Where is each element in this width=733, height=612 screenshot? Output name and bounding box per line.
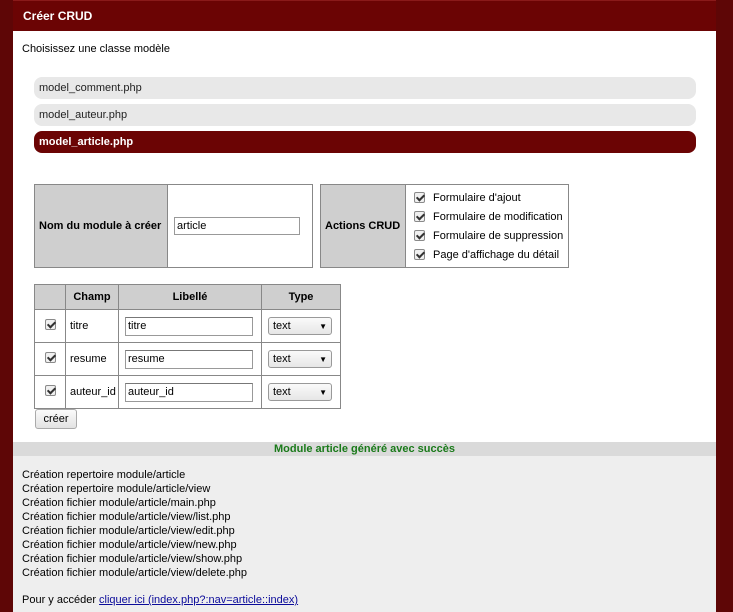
action-add-checkbox[interactable] bbox=[414, 192, 425, 203]
window-title: Créer CRUD bbox=[23, 9, 93, 23]
model-item-article[interactable]: model_article.php bbox=[34, 131, 696, 153]
field-type-value: text bbox=[273, 320, 291, 332]
module-name-label: Nom du module à créer bbox=[34, 184, 168, 268]
table-row: resume text ▼ bbox=[34, 342, 341, 376]
header-check bbox=[34, 284, 66, 310]
action-show: Page d'affichage du détail bbox=[414, 245, 564, 264]
log-line: Création repertoire module/article bbox=[22, 469, 186, 481]
log-line: Création fichier module/article/view/lis… bbox=[22, 511, 231, 523]
module-name-table: Nom du module à créer bbox=[34, 184, 313, 268]
field-type-select[interactable]: text ▼ bbox=[268, 350, 332, 368]
model-item-label: model_article.php bbox=[39, 136, 134, 148]
chevron-down-icon: ▼ bbox=[319, 354, 327, 364]
instruction-text: Choisissez une classe modèle bbox=[22, 43, 170, 55]
header-champ: Champ bbox=[65, 284, 119, 310]
access-link[interactable]: cliquer ici (index.php?:nav=article::ind… bbox=[99, 594, 298, 606]
field-libelle-input[interactable] bbox=[125, 316, 253, 336]
field-champ: resume bbox=[65, 342, 119, 376]
field-checkbox[interactable] bbox=[44, 319, 56, 330]
module-name-input[interactable] bbox=[174, 217, 300, 235]
title-bar: Créer CRUD bbox=[13, 0, 716, 31]
log-line: Création fichier module/article/view/edi… bbox=[22, 525, 235, 537]
action-delete: Formulaire de suppression bbox=[414, 226, 564, 245]
action-label: Formulaire de suppression bbox=[433, 229, 564, 242]
log-line: Création fichier module/article/view/del… bbox=[22, 567, 248, 579]
success-message: Module article généré avec succès bbox=[13, 442, 716, 456]
field-checkbox[interactable] bbox=[44, 352, 56, 363]
fields-header-row: Champ Libellé Type bbox=[34, 284, 341, 310]
log-line: Création repertoire module/article/view bbox=[22, 483, 211, 495]
log-line: Création fichier module/article/view/sho… bbox=[22, 553, 243, 565]
action-edit: Formulaire de modification bbox=[414, 207, 564, 226]
action-show-checkbox[interactable] bbox=[414, 249, 425, 260]
crud-actions-table: Actions CRUD Formulaire d'ajout Formulai… bbox=[320, 184, 569, 268]
action-delete-checkbox[interactable] bbox=[414, 230, 425, 241]
header-libelle: Libellé bbox=[118, 284, 262, 310]
chevron-down-icon: ▼ bbox=[319, 387, 327, 397]
create-button[interactable]: créer bbox=[35, 409, 77, 429]
field-type-select[interactable]: text ▼ bbox=[268, 317, 332, 335]
action-edit-checkbox[interactable] bbox=[414, 211, 425, 222]
field-checkbox[interactable] bbox=[44, 385, 56, 396]
model-item-label: model_auteur.php bbox=[39, 109, 128, 121]
field-type-select[interactable]: text ▼ bbox=[268, 383, 332, 401]
crud-actions-label: Actions CRUD bbox=[320, 184, 406, 268]
header-type: Type bbox=[261, 284, 341, 310]
model-item-auteur[interactable]: model_auteur.php bbox=[34, 104, 696, 126]
action-label: Page d'affichage du détail bbox=[433, 248, 560, 261]
model-item-label: model_comment.php bbox=[39, 82, 142, 94]
fields-table: Champ Libellé Type titre text ▼ resume t… bbox=[34, 284, 341, 409]
chevron-down-icon: ▼ bbox=[319, 321, 327, 331]
field-libelle-input[interactable] bbox=[125, 382, 253, 402]
field-type-value: text bbox=[273, 386, 291, 398]
field-libelle-input[interactable] bbox=[125, 349, 253, 369]
field-champ: auteur_id bbox=[65, 375, 119, 409]
field-champ: titre bbox=[65, 309, 119, 343]
access-prefix: Pour y accéder bbox=[22, 594, 96, 606]
field-type-value: text bbox=[273, 353, 291, 365]
log-line: Création fichier module/article/view/new… bbox=[22, 539, 237, 551]
table-row: auteur_id text ▼ bbox=[34, 375, 341, 409]
action-add: Formulaire d'ajout bbox=[414, 188, 564, 207]
log-line: Création fichier module/article/main.php bbox=[22, 497, 216, 509]
action-label: Formulaire d'ajout bbox=[433, 191, 521, 204]
table-row: titre text ▼ bbox=[34, 309, 341, 343]
model-item-comment[interactable]: model_comment.php bbox=[34, 77, 696, 99]
access-line: Pour y accéder cliquer ici (index.php?:n… bbox=[22, 594, 298, 606]
action-label: Formulaire de modification bbox=[433, 210, 563, 223]
log-list: Création repertoire module/article Créat… bbox=[22, 468, 247, 580]
